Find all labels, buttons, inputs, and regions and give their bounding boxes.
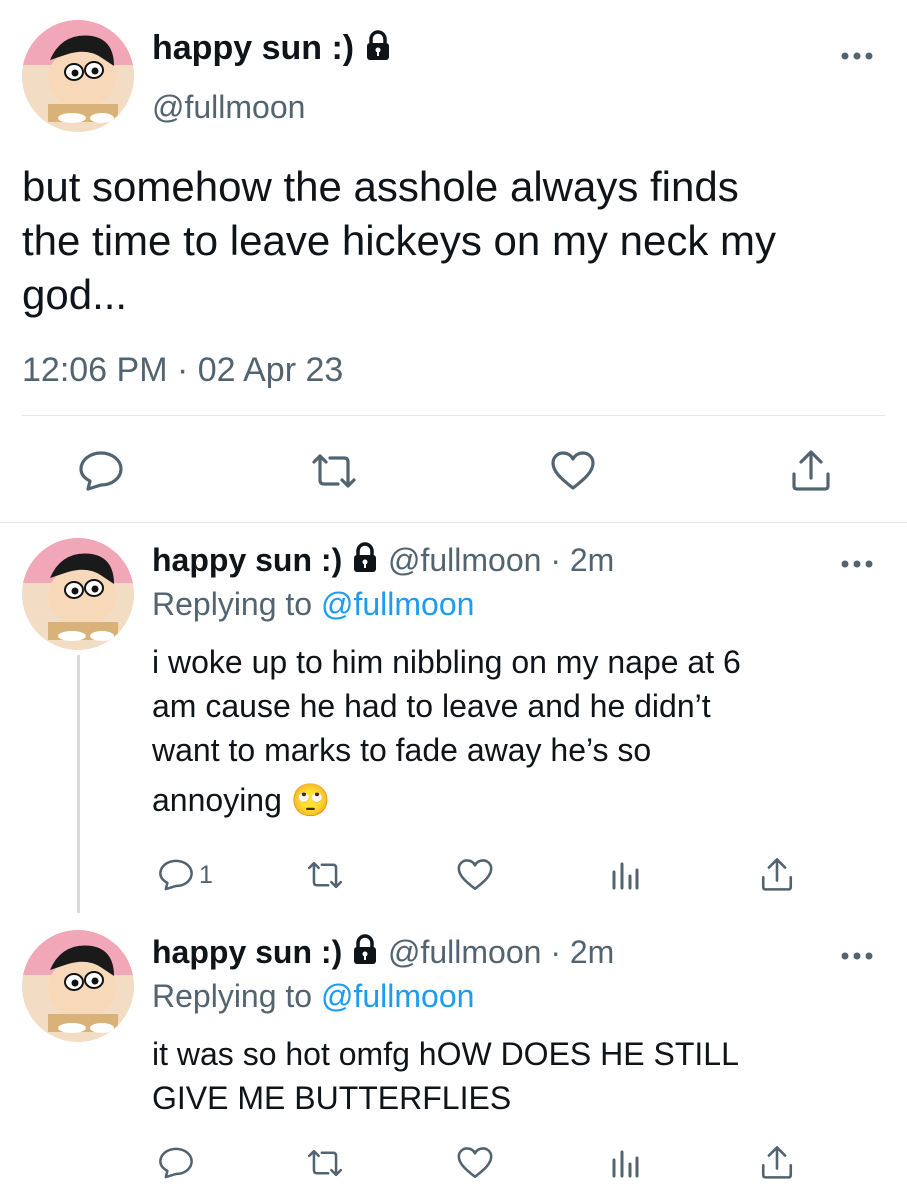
like-icon[interactable] [456,1146,494,1180]
tweet-text-line: the time to leave hickeys on my neck my [22,217,776,264]
separator-dot: · [550,542,561,578]
reply-header: happy sun :) @fullmoon · 2m [152,932,614,975]
reply-icon[interactable] [78,450,124,492]
more-options-icon[interactable] [840,948,874,966]
analytics-icon[interactable] [610,860,640,890]
reply-text: i woke up to him nibbling on my nape at … [152,640,741,822]
divider [0,522,907,523]
retweet-icon[interactable] [308,452,360,490]
retweet-icon[interactable] [304,860,346,890]
tweet-text: but somehow the asshole always finds the… [22,160,776,322]
replying-to: Replying to @fullmoon [152,977,474,1015]
reply-text-line: i woke up to him nibbling on my nape at … [152,644,741,680]
reply-text-line: am cause he had to leave and he didn’t [152,688,711,724]
tweet-text-line: but somehow the asshole always finds [22,163,739,210]
reply-text: it was so hot omfg hOW DOES HE STILL GIV… [152,1032,739,1120]
more-options-icon[interactable] [840,556,874,574]
share-icon[interactable] [760,856,794,892]
display-name[interactable]: happy sun :) [152,28,392,71]
more-options-icon[interactable] [840,48,874,66]
handle[interactable]: @fullmoon [388,934,541,970]
lock-icon [351,542,379,583]
replying-to-handle[interactable]: @fullmoon [321,586,474,622]
analytics-icon[interactable] [610,1148,640,1178]
display-name-text[interactable]: happy sun :) [152,934,342,970]
share-icon[interactable] [760,1144,794,1180]
eye-roll-emoji: 🙄 [290,782,331,818]
share-icon[interactable] [790,448,832,492]
tweet-text-line: god... [22,271,128,318]
replying-to-label: Replying to [152,978,313,1014]
divider [22,415,885,416]
avatar[interactable] [22,930,134,1042]
reply-icon[interactable] [158,858,194,892]
lock-icon [364,29,392,71]
replying-to-handle[interactable]: @fullmoon [321,978,474,1014]
like-icon[interactable] [456,858,494,892]
replying-to-label: Replying to [152,586,313,622]
reply-icon[interactable] [158,1146,194,1180]
handle[interactable]: @fullmoon [152,88,305,126]
handle[interactable]: @fullmoon [388,542,541,578]
like-icon[interactable] [550,450,596,492]
thread-line [77,655,80,913]
reply-time[interactable]: 2m [570,542,614,578]
lock-icon [351,934,379,975]
reply-text-line: annoying [152,782,282,818]
replying-to: Replying to @fullmoon [152,585,474,623]
reply-text-line: it was so hot omfg hOW DOES HE STILL [152,1036,739,1072]
retweet-icon[interactable] [304,1148,346,1178]
reply-header: happy sun :) @fullmoon · 2m [152,540,614,583]
reply-text-line: want to marks to fade away he’s so [152,732,652,768]
timestamp[interactable]: 12:06 PM · 02 Apr 23 [22,350,343,390]
avatar[interactable] [22,538,134,650]
reply-count: 1 [199,861,213,889]
reply-text-line: GIVE ME BUTTERFLIES [152,1080,512,1116]
reply-time[interactable]: 2m [570,934,614,970]
separator-dot: · [550,934,561,970]
display-name-text[interactable]: happy sun :) [152,542,342,578]
avatar[interactable] [22,20,134,132]
display-name-text[interactable]: happy sun :) [152,29,354,67]
